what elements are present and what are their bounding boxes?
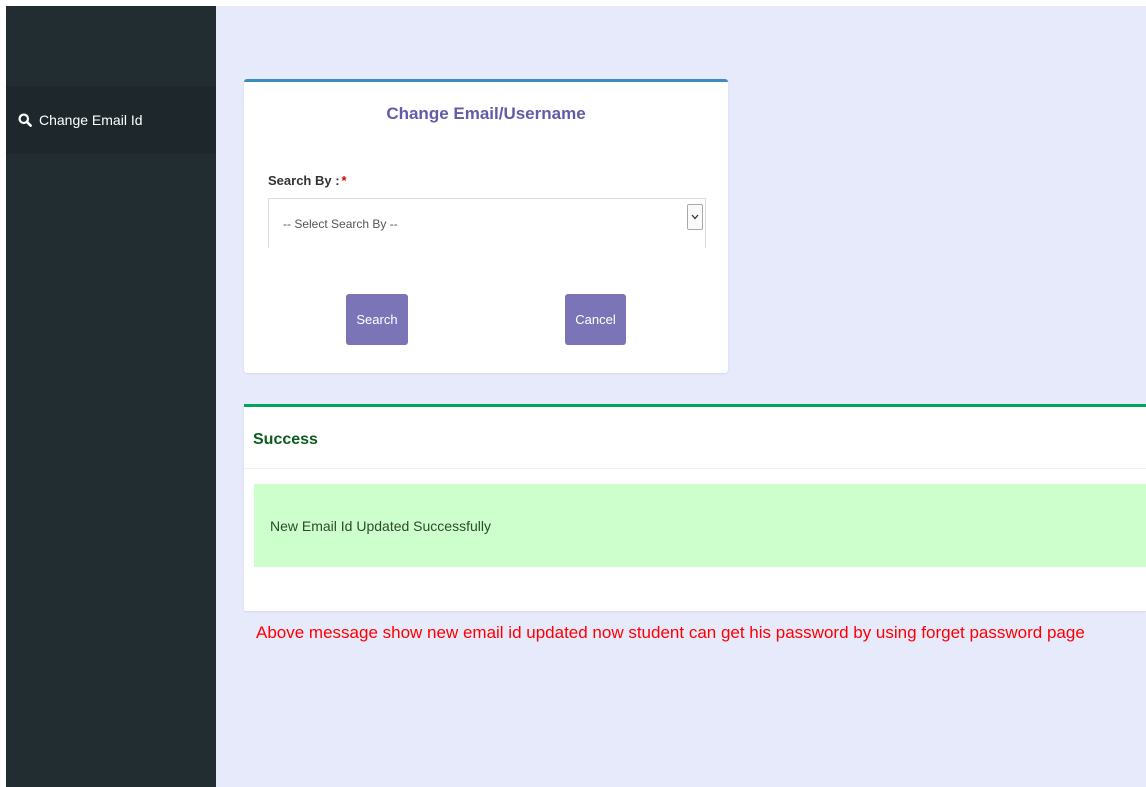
card-title: Change Email/Username xyxy=(386,104,586,123)
search-by-select[interactable]: -- Select Search By -- xyxy=(268,198,706,248)
divider xyxy=(244,468,1146,469)
success-alert: New Email Id Updated Successfully xyxy=(254,484,1146,567)
search-by-label-text: Search By : xyxy=(268,173,340,188)
change-email-card: Change Email/Username Search By : * -- Se… xyxy=(244,79,728,373)
required-marker: * xyxy=(341,173,347,188)
success-card: Success New Email Id Updated Successfull… xyxy=(244,404,1146,611)
search-icon xyxy=(18,113,32,127)
sidebar-item-label: Change Email Id xyxy=(39,112,143,128)
cancel-button[interactable]: Cancel xyxy=(565,294,626,345)
chevron-down-icon[interactable] xyxy=(687,204,703,230)
success-message: New Email Id Updated Successfully xyxy=(270,517,491,534)
search-button[interactable]: Search xyxy=(346,294,408,345)
sidebar-item-change-email-id[interactable]: Change Email Id xyxy=(6,86,216,154)
sidebar: Change Email Id xyxy=(6,6,216,787)
success-title: Success xyxy=(253,431,318,448)
annotation-note: Above message show new email id updated … xyxy=(256,623,1085,642)
main-content: Change Email/Username Search By : * -- Se… xyxy=(216,6,1146,787)
select-value: -- Select Search By -- xyxy=(283,216,398,231)
search-by-label: Search By : * xyxy=(268,173,347,188)
